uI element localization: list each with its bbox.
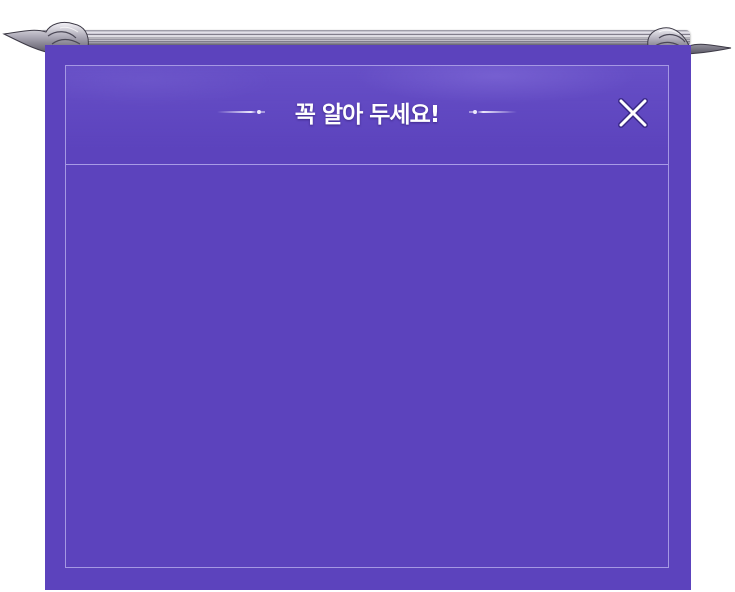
dialog-title: 꼭 알아 두세요! [294,102,440,128]
close-icon [618,98,648,128]
metal-rod [40,30,690,46]
title-row: 꼭 알아 두세요! [66,94,668,130]
dagger-flourish-left-icon [216,110,265,114]
dialog-body [66,165,668,567]
close-button[interactable] [614,94,652,132]
dagger-flourish-right-icon [469,110,518,114]
dialog-frame: 꼭 알아 두세요! [65,65,669,568]
dialog-header: 꼭 알아 두세요! [66,66,668,165]
dialog-panel: 꼭 알아 두세요! [45,45,691,590]
notice-popup: 꼭 알아 두세요! [0,0,735,592]
